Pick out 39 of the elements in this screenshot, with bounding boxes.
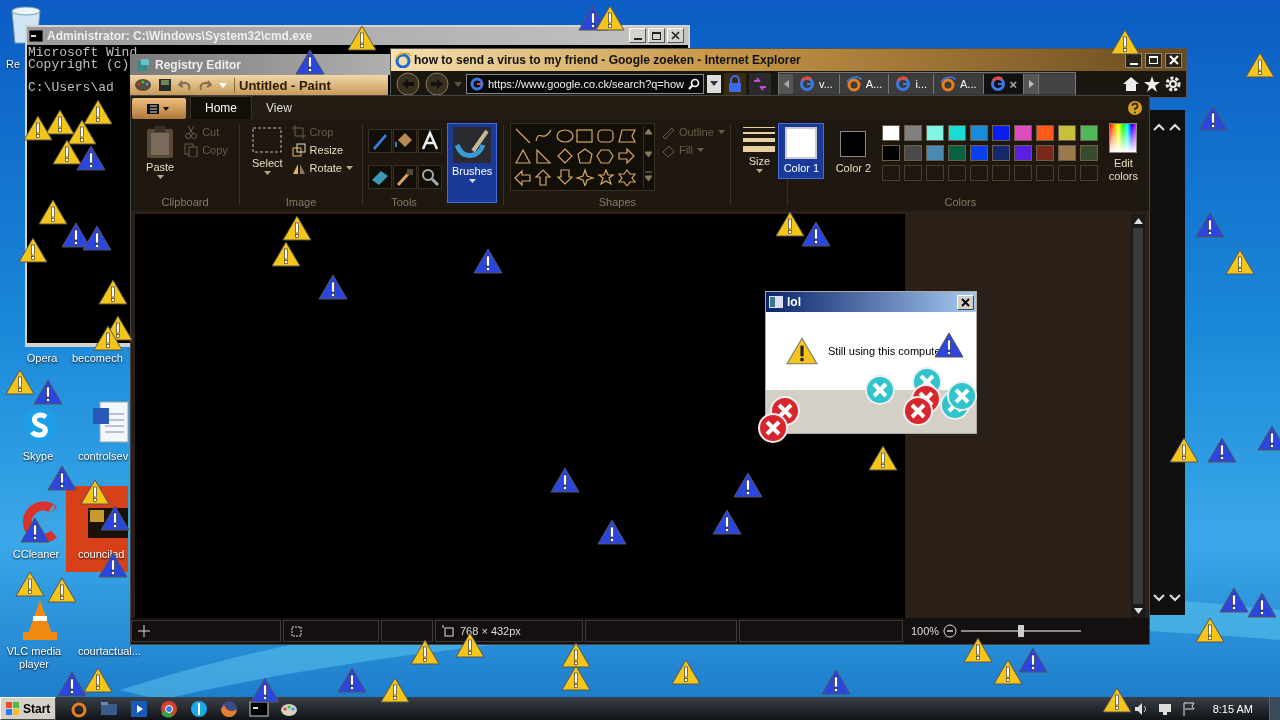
ribbon-tab[interactable]: View [252,97,306,119]
browser-tab[interactable]: A... [839,74,890,94]
group-label: Shapes [598,196,636,210]
ribbon-button[interactable]: Rotate [291,161,353,175]
brushes-button[interactable]: Brushes [447,123,498,203]
console-text: Copyright (c) [28,59,130,71]
browser-tab[interactable]: A... [934,74,984,94]
image-dimensions: 768 × 432px [460,625,521,637]
color-slot-button[interactable]: Color 2 [830,123,877,179]
size-button[interactable]: Size [739,123,780,211]
edit-colors-button[interactable]: Edit colors [1104,123,1143,183]
paste-button[interactable]: Paste [142,123,179,181]
window-title: Administrator: C:\Windows\System32\cmd.exe [47,29,313,43]
window-title: Registry Editor [155,57,241,72]
select-button[interactable]: Select [249,123,286,177]
ribbon-tab[interactable]: Home [190,96,252,119]
desktop-icon-label[interactable]: becomech [72,352,123,365]
group-label: Tools [391,196,417,210]
browser-tab[interactable]: × [983,74,1025,94]
color-slot-button[interactable]: Color 1 [778,123,825,179]
ribbon-button[interactable]: Resize [291,143,353,157]
window-title: how to send a virus to my friend - Google zoeken - Internet Explorer [414,53,801,67]
window-title: lol [787,295,801,309]
window-title: Untitled - Paint [234,77,331,93]
console-text: C:\Users\ad [28,82,114,94]
desktop-icon-label[interactable]: courtactual... [78,645,141,658]
group-label: Image [285,196,317,210]
desktop-icon-label[interactable]: VLC media player [2,645,66,671]
browser-tab[interactable]: v... [793,74,840,94]
browser-tab[interactable]: i... [889,74,934,94]
group-label: Clipboard [161,196,209,210]
group-label: Colors [944,196,977,210]
clock[interactable]: 8:15 AM [1212,702,1253,715]
zoom-level: 100% [911,625,940,637]
address-field[interactable]: https://www.google.co.ck/search?q=how [466,74,704,94]
desktop-icon-label[interactable]: Re [6,58,21,71]
dialog-message: Still using this compute [828,345,941,357]
start-button[interactable]: Start [0,697,57,720]
desktop-icon-label[interactable]: councilad [78,548,125,561]
